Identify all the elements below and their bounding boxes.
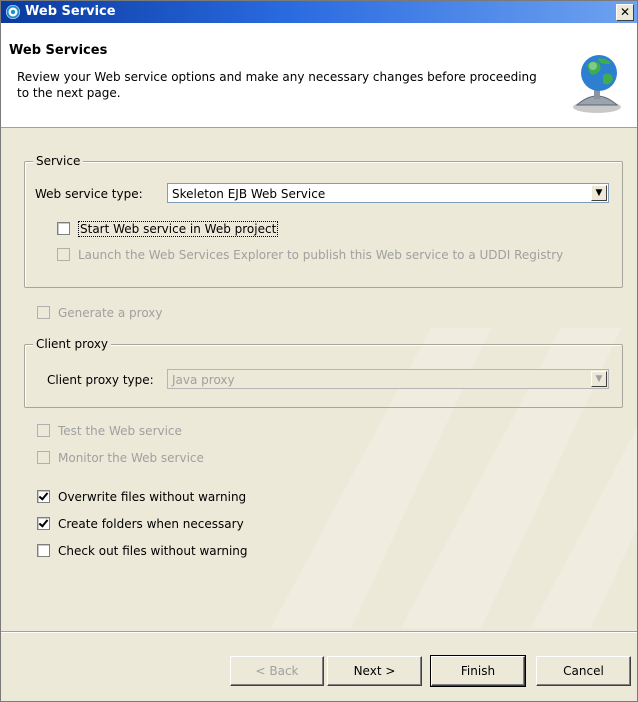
finish-button[interactable]: Finish	[430, 655, 526, 687]
monitor-web-service-label: Monitor the Web service	[58, 451, 204, 465]
client-proxy-type-label: Client proxy type:	[47, 373, 154, 387]
launch-explorer-checkbox[interactable]: Launch the Web Services Explorer to publ…	[57, 248, 563, 262]
page-description: Review your Web service options and make…	[17, 70, 537, 100]
web-service-type-select[interactable]: Skeleton EJB Web Service ▼	[167, 183, 609, 203]
check-out-files-checkbox[interactable]: Check out files without warning	[37, 544, 248, 558]
checkbox-box[interactable]	[37, 451, 50, 464]
test-web-service-checkbox[interactable]: Test the Web service	[37, 424, 182, 438]
footer-separator	[1, 631, 637, 632]
checkbox-box[interactable]	[37, 424, 50, 437]
checkbox-box[interactable]	[57, 222, 70, 235]
dropdown-arrow-icon[interactable]: ▼	[591, 371, 607, 387]
checkbox-box[interactable]	[37, 544, 50, 557]
web-service-icon	[6, 5, 20, 19]
generate-proxy-checkbox[interactable]: Generate a proxy	[37, 306, 163, 320]
start-in-web-project-label: Start Web service in Web project	[78, 221, 279, 237]
close-button[interactable]: ✕	[616, 4, 634, 21]
web-service-type-label: Web service type:	[35, 187, 143, 201]
checkbox-box[interactable]	[37, 306, 50, 319]
checkbox-box[interactable]	[37, 490, 50, 503]
window-title: Web Service	[25, 4, 116, 19]
client-proxy-group-legend: Client proxy	[33, 337, 112, 351]
globe-service-icon	[573, 55, 621, 113]
client-proxy-type-select[interactable]: Java proxy ▼	[167, 369, 609, 389]
overwrite-files-checkbox[interactable]: Overwrite files without warning	[37, 490, 246, 504]
wizard-content: Service Web service type: Skeleton EJB W…	[1, 128, 637, 631]
checkbox-box[interactable]	[57, 248, 70, 261]
back-button[interactable]: < Back	[230, 656, 324, 686]
overwrite-files-label: Overwrite files without warning	[58, 490, 247, 504]
start-in-web-project-checkbox[interactable]: Start Web service in Web project	[57, 221, 279, 237]
create-folders-checkbox[interactable]: Create folders when necessary	[37, 517, 244, 531]
client-proxy-type-value: Java proxy	[172, 373, 235, 387]
wizard-header: Web Services Review your Web service opt…	[1, 23, 637, 128]
check-out-files-label: Check out files without warning	[58, 544, 248, 558]
dropdown-arrow-icon[interactable]: ▼	[591, 185, 607, 201]
test-web-service-label: Test the Web service	[58, 424, 182, 438]
monitor-web-service-checkbox[interactable]: Monitor the Web service	[37, 451, 204, 465]
service-group-legend: Service	[33, 154, 84, 168]
next-button[interactable]: Next >	[327, 656, 422, 686]
cancel-button[interactable]: Cancel	[536, 656, 631, 686]
web-service-type-value: Skeleton EJB Web Service	[172, 187, 326, 201]
web-service-dialog: Web Service ✕ Web Services Review your W…	[0, 0, 638, 702]
launch-explorer-label: Launch the Web Services Explorer to publ…	[78, 248, 564, 262]
generate-proxy-label: Generate a proxy	[58, 306, 163, 320]
title-bar[interactable]: Web Service ✕	[1, 1, 637, 23]
create-folders-label: Create folders when necessary	[58, 517, 244, 531]
page-title: Web Services	[9, 43, 108, 58]
checkbox-box[interactable]	[37, 517, 50, 530]
